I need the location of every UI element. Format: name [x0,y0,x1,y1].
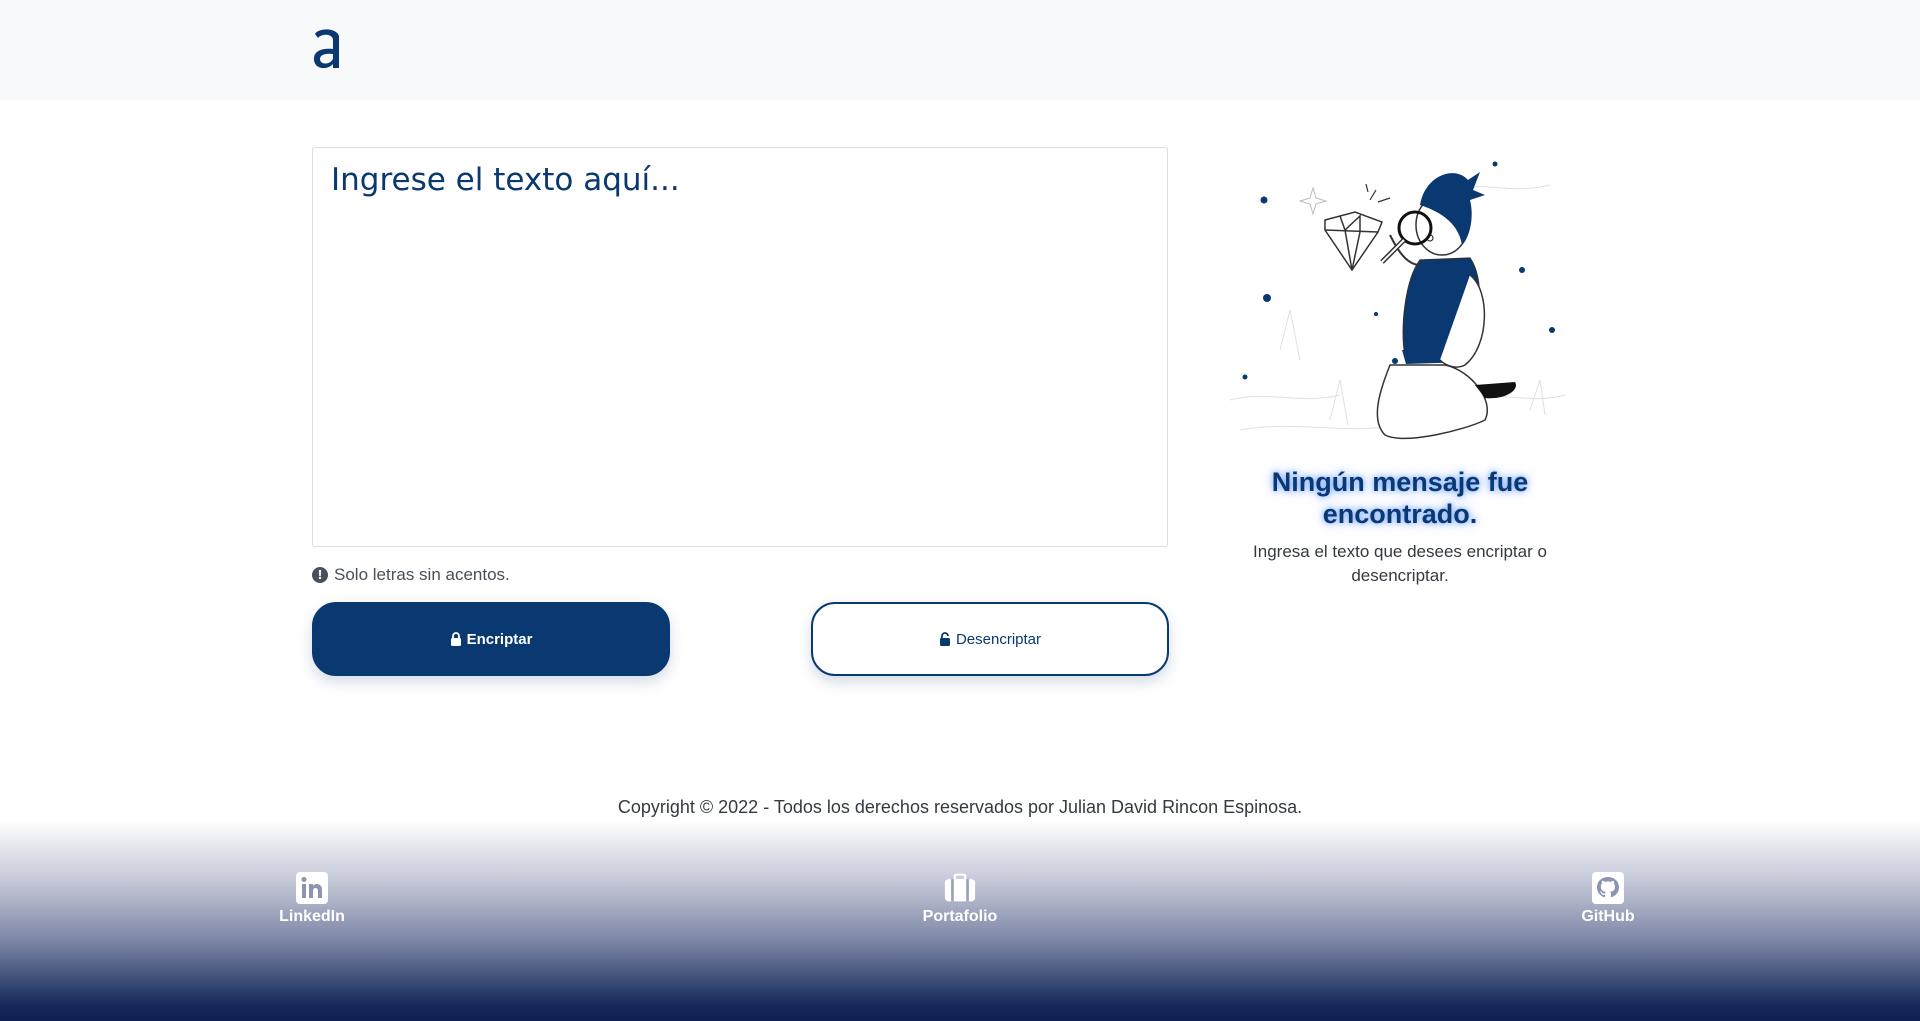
encrypt-button[interactable]: Encriptar [312,602,670,676]
footer-link-linkedin[interactable]: LinkedIn [252,872,372,926]
warning-note: ! Solo letras sin acentos. [312,564,510,586]
footer-link-label: Portafolio [922,908,998,925]
decrypt-button[interactable]: Desencriptar [811,602,1169,676]
no-message-subtitle: Ingresa el texto que desees encriptar o … [1253,542,1547,585]
briefcase-icon [944,873,976,902]
footer-link-label: LinkedIn [279,908,345,925]
no-message-title: Ningún mensaje fue encontrado. [1271,467,1529,529]
footer: LinkedIn Portafolio GitHub [0,820,1920,1021]
alura-logo-icon[interactable] [310,26,344,72]
footer-link-portfolio[interactable]: Portafolio [900,872,1020,926]
github-icon [1592,872,1624,904]
footer-link-label: GitHub [1581,908,1635,925]
linkedin-icon [296,872,328,904]
exclamation-circle-icon: ! [312,567,328,583]
copyright-text: Copyright © 2022 - Todos los derechos re… [617,797,1303,817]
text-input[interactable] [312,147,1168,547]
decrypt-button-label: Desencriptar [955,630,1042,648]
encrypt-button-label: Encriptar [466,630,533,648]
unlock-icon [939,632,950,646]
footer-link-github[interactable]: GitHub [1548,872,1668,926]
header [0,0,1920,100]
lock-icon [450,632,461,646]
warning-text: Solo letras sin acentos. [334,565,510,584]
search-illustration [1230,161,1566,439]
